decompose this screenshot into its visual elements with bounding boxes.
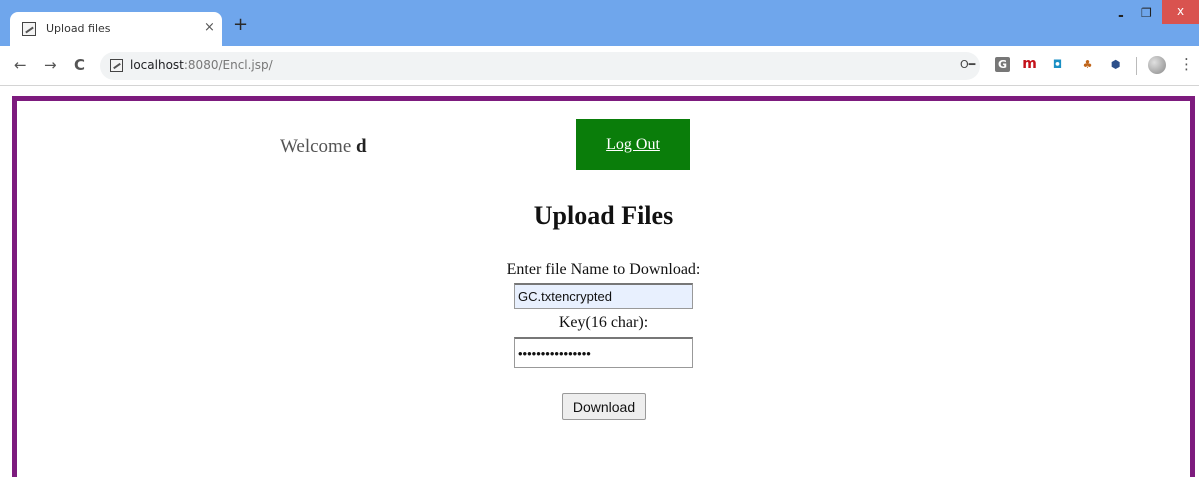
leaf-extension-icon[interactable]: ♣	[1080, 57, 1095, 72]
url-text: localhost:8080/Encl.jsp/	[130, 58, 273, 72]
back-icon[interactable]: ←	[14, 56, 27, 74]
page-content: Welcome d Log Out Upload Files Enter fil…	[12, 96, 1195, 477]
toolbar-separator	[1136, 57, 1137, 75]
password-key-icon[interactable]: O━	[960, 58, 975, 71]
profile-avatar[interactable]	[1148, 56, 1166, 74]
page-title: Upload Files	[533, 201, 674, 230]
shield-extension-icon[interactable]: ⬢	[1108, 57, 1123, 72]
welcome-message: Welcome d	[280, 136, 367, 158]
reload-icon[interactable]: C	[74, 56, 85, 74]
browser-toolbar: ← → C localhost:8080/Encl.jsp/ O━ G m ◘ …	[0, 46, 1199, 86]
m-extension-icon[interactable]: m	[1022, 57, 1037, 72]
tab-strip: Upload files × + - ❐ x	[0, 0, 1199, 46]
key-label: Key(16 char):	[558, 314, 649, 331]
tab-title: Upload files	[46, 22, 111, 35]
cube-extension-icon[interactable]: ◘	[1050, 57, 1065, 72]
minimize-button[interactable]: -	[1118, 8, 1124, 24]
window-close-button[interactable]: x	[1162, 0, 1199, 24]
welcome-username: d	[356, 136, 367, 157]
page-favicon-icon	[22, 22, 36, 36]
address-bar[interactable]: localhost:8080/Encl.jsp/ O━	[100, 52, 980, 80]
url-host: localhost	[130, 58, 184, 72]
welcome-text: Welcome	[280, 136, 352, 157]
filename-input[interactable]	[514, 283, 693, 309]
maximize-button[interactable]: ❐	[1141, 6, 1152, 20]
new-tab-button[interactable]: +	[233, 16, 248, 34]
G-extension-icon[interactable]: G	[995, 57, 1010, 72]
url-path: :8080/Encl.jsp/	[183, 58, 273, 72]
key-password-input[interactable]	[514, 337, 693, 368]
site-info-icon[interactable]	[110, 59, 123, 72]
filename-label: Enter file Name to Download:	[506, 261, 701, 278]
forward-icon[interactable]: →	[44, 56, 57, 74]
tab-close-icon[interactable]: ×	[204, 20, 215, 35]
logout-button[interactable]: Log Out	[576, 119, 690, 170]
menu-icon[interactable]: ⋮	[1179, 55, 1194, 73]
browser-tab[interactable]: Upload files ×	[10, 12, 222, 46]
download-button[interactable]: Download	[562, 393, 646, 420]
